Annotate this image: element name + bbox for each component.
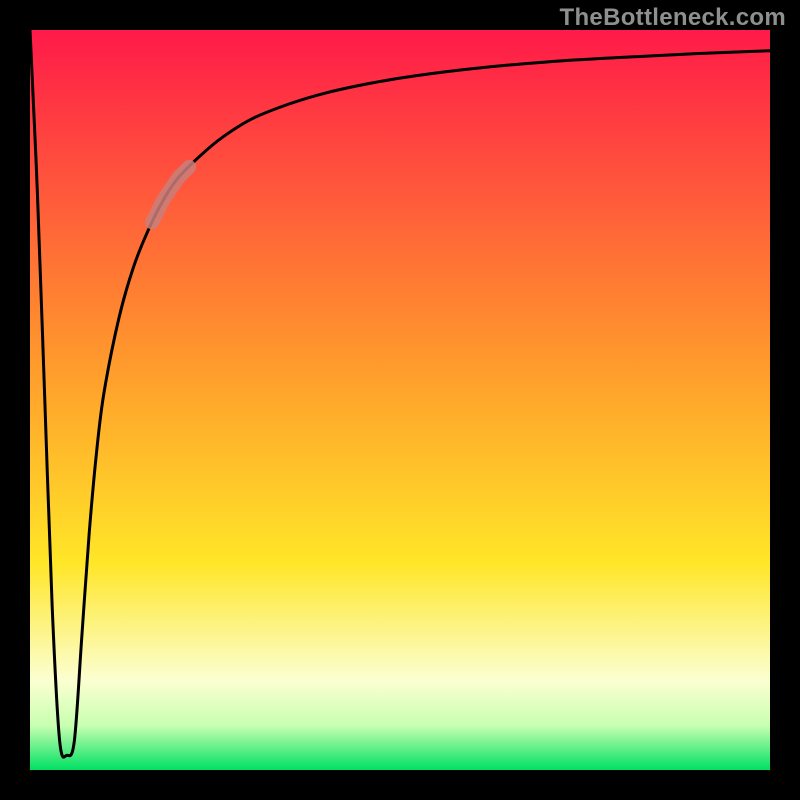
watermark-text: TheBottleneck.com xyxy=(560,4,786,32)
plot-background xyxy=(30,30,770,770)
chart-frame: { "watermark": "TheBottleneck.com", "col… xyxy=(0,0,800,800)
bottleneck-chart xyxy=(0,0,800,800)
